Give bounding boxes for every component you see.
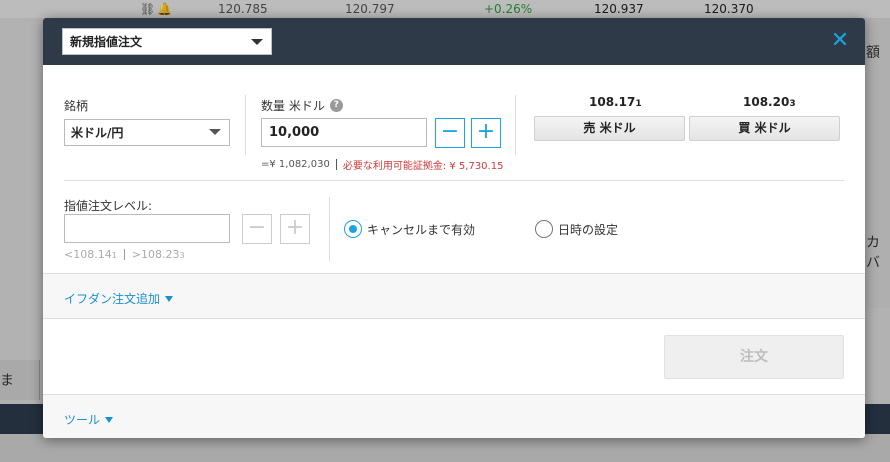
minus-icon: − [440,119,460,144]
limit-increase-button[interactable]: + [280,214,310,244]
symbol-value: 米ドル/円 [71,126,124,140]
close-button[interactable]: ✕ [829,30,851,52]
symbol-label: 銘柄 [64,99,89,113]
close-icon: ✕ [830,28,850,53]
radio-unselected-icon [535,220,553,238]
radio-good-till-date[interactable]: 日時の設定 [535,220,618,238]
minus-icon: − [247,215,267,240]
plus-icon: + [476,119,496,144]
tools-section: ツール [43,394,865,438]
margin-requirement: 必要な利用可能証拠金: ¥ 5,730.15 [342,161,504,172]
divider [515,95,516,155]
limit-level-label: 指値注文レベル: [64,199,153,213]
quantity-decrease-button[interactable]: − [435,118,465,148]
dialog-header: 新規指値注文 ✕ [43,18,865,65]
radio-good-till-cancel[interactable]: キャンセルまで有効 [344,220,475,238]
limit-decrease-button[interactable]: − [242,214,272,244]
order-dialog: 新規指値注文 ✕ 銘柄 米ドル/円 数量 米ドル ? 10,000 − + =¥… [43,18,865,438]
notional-value: =¥ 1,082,030 [261,159,330,170]
divider [123,249,125,260]
limit-range-hint: <108.141 >108.233 [64,248,185,261]
radio-selected-icon [344,220,362,238]
radio-good-till-cancel-label: キャンセルまで有効 [367,222,476,237]
triangle-down-icon [165,295,174,302]
chevron-down-icon [251,39,263,45]
quantity-increase-button[interactable]: + [471,118,501,148]
help-icon[interactable]: ? [329,99,343,112]
buy-price: 108.203 [743,95,796,109]
chevron-down-icon [209,129,221,135]
divider [245,95,246,155]
add-ifdone-link[interactable]: イフダン注文追加 [64,290,174,307]
limit-section: 指値注文レベル: − + <108.141 >108.233 キャンセルまで有効… [43,181,865,273]
order-main-section: 銘柄 米ドル/円 数量 米ドル ? 10,000 − + =¥ 1,082,03… [43,65,865,180]
limit-upper-bound: >108.233 [131,248,185,261]
plus-icon: + [285,215,305,240]
symbol-select[interactable]: 米ドル/円 [64,119,230,146]
limit-level-input[interactable] [64,214,230,243]
place-order-button[interactable]: 注文 [664,335,844,379]
limit-lower-bound: <108.141 [64,248,117,261]
radio-good-till-date-label: 日時の設定 [558,222,619,237]
divider [335,159,337,170]
tools-link[interactable]: ツール [64,411,114,428]
quantity-note: =¥ 1,082,030 必要な利用可能証拠金: ¥ 5,730.15 [261,157,503,172]
sell-price: 108.171 [589,95,642,109]
order-type-value: 新規指値注文 [70,35,143,49]
sell-button[interactable]: 売 米ドル [534,116,685,141]
order-type-select[interactable]: 新規指値注文 [62,28,272,55]
triangle-down-icon [105,416,114,423]
divider [329,197,330,261]
buy-button[interactable]: 買 米ドル [689,116,840,141]
quantity-input[interactable]: 10,000 [261,118,427,147]
ifdone-section: イフダン注文追加 [43,273,865,319]
quantity-label: 数量 米ドル ? [261,97,343,114]
